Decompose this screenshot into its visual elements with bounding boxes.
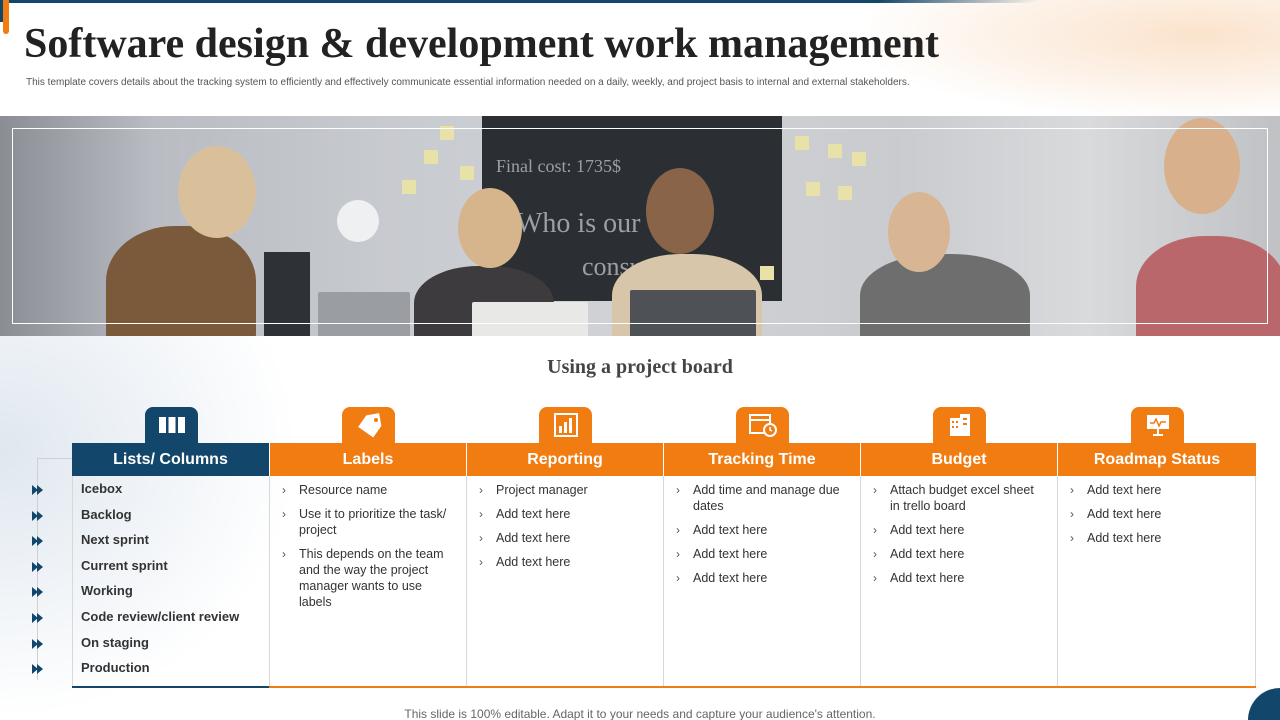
list-item: › Add text here <box>676 547 768 561</box>
chevron-right-icon: › <box>873 483 877 497</box>
list-item: › Add text here <box>873 571 965 585</box>
column-body-tracking-time: › Add time and manage due dates › Add text… <box>663 476 860 687</box>
chevron-right-icon: › <box>1070 483 1074 497</box>
calendar-clock-icon <box>736 407 789 443</box>
table-bottom-rule-orange <box>269 686 1256 688</box>
footer-note: This slide is 100% editable. Adapt it to… <box>404 707 876 720</box>
column-body-budget: › Attach budget excel sheet in trello boa… <box>860 476 1057 687</box>
chevron-right-icon: › <box>282 547 286 561</box>
team-photo: Final cost: 1735$ Who is our consum <box>0 116 1280 336</box>
list-name-backlog: Backlog <box>81 506 132 522</box>
column-header-reporting: Reporting <box>467 443 663 476</box>
list-name-production: Production <box>81 660 150 676</box>
chevron-right-icon: › <box>479 507 483 521</box>
column-header-roadmap-status: Roadmap Status <box>1058 443 1256 476</box>
double-chevron-icon <box>32 535 46 547</box>
chevron-right-icon: › <box>1070 531 1074 545</box>
chevron-right-icon: › <box>479 531 483 545</box>
list-name-current-sprint: Current sprint <box>81 557 168 573</box>
table-bottom-rule-blue <box>72 686 269 688</box>
tag-icon <box>342 407 395 443</box>
corner-accent-orange <box>3 0 9 34</box>
column-body-roadmap-status: › Add text here › Add text here › Add text … <box>1057 476 1256 687</box>
list-item: › Add text here <box>873 547 965 561</box>
chevron-right-icon: › <box>676 483 680 497</box>
chevron-right-icon: › <box>676 523 680 537</box>
list-item: › Resource name <box>282 483 388 497</box>
chevron-right-icon: › <box>676 571 680 585</box>
lists-column: Icebox Backlog Next sprint Current sprin… <box>81 480 239 685</box>
chevron-right-icon: › <box>873 523 877 537</box>
corner-circle-decoration <box>1248 688 1280 720</box>
chevron-right-icon: › <box>676 547 680 561</box>
list-item: › Add text here <box>479 555 571 569</box>
list-item: › Project manager <box>479 483 588 497</box>
report-icon <box>539 407 592 443</box>
list-item: › Add text here <box>676 523 768 537</box>
photo-frame <box>12 128 1268 324</box>
chevron-right-icon: › <box>1070 507 1074 521</box>
column-header-tracking-time: Tracking Time <box>664 443 860 476</box>
list-name-working: Working <box>81 583 133 599</box>
budget-building-icon <box>933 407 986 443</box>
chevron-right-icon: › <box>873 571 877 585</box>
double-chevron-icon <box>32 561 46 573</box>
list-item: › This depends on the team and the way th… <box>282 547 444 609</box>
list-item: › Add text here <box>479 531 571 545</box>
double-chevron-icon <box>32 612 46 624</box>
columns-icon <box>145 407 198 443</box>
chevron-right-icon: › <box>873 547 877 561</box>
slide-title: Software design & development work manag… <box>24 21 939 67</box>
presentation-chart-icon <box>1131 407 1184 443</box>
chevron-right-icon: › <box>479 555 483 569</box>
column-header-labels: Labels <box>270 443 466 476</box>
list-item: › Add text here <box>873 523 965 537</box>
list-item: › Attach budget excel sheet in trello boa… <box>873 483 1034 513</box>
column-header-lists: Lists/ Columns <box>72 443 269 476</box>
list-item: › Add text here <box>676 571 768 585</box>
list-item: › Add text here <box>479 507 571 521</box>
list-name-next-sprint: Next sprint <box>81 532 149 548</box>
slide-subtitle: This template covers details about the t… <box>26 77 910 88</box>
list-item: › Use it to prioritize the task/ project <box>282 507 447 537</box>
list-name-icebox: Icebox <box>81 481 123 496</box>
double-chevron-icon <box>32 638 46 650</box>
section-heading: Using a project board <box>547 356 733 378</box>
column-body-reporting: › Project manager › Add text here › Add tex… <box>466 476 663 687</box>
list-item: › Add text here <box>1070 507 1162 521</box>
double-chevron-icon <box>32 510 46 522</box>
list-item: › Add time and manage due dates <box>676 483 840 513</box>
list-name-on-staging: On staging <box>81 634 149 650</box>
list-name-code-review: Code review/client review <box>81 608 240 624</box>
list-item: › Add text here <box>1070 531 1162 545</box>
column-body-labels: › Resource name › Use it to prioritize the… <box>269 476 466 687</box>
connector-line <box>37 458 72 459</box>
double-chevron-icon <box>32 663 46 675</box>
double-chevron-icon <box>32 586 46 598</box>
list-item: › Add text here <box>1070 483 1162 497</box>
column-header-budget: Budget <box>861 443 1057 476</box>
chevron-right-icon: › <box>479 483 483 497</box>
chevron-right-icon: › <box>282 507 286 521</box>
double-chevron-icon <box>32 484 46 496</box>
chevron-right-icon: › <box>282 483 286 497</box>
